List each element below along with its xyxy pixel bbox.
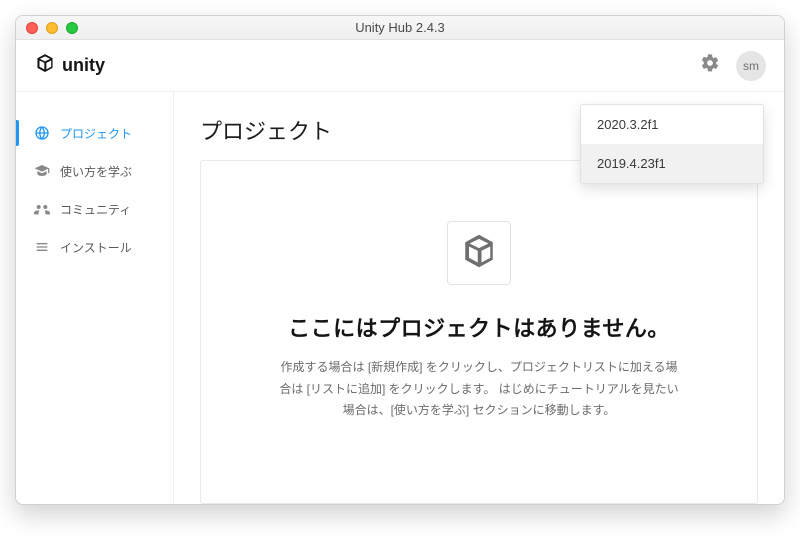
- empty-title: ここにはプロジェクトはありません。: [288, 311, 670, 343]
- sidebar-item-label: インストール: [60, 239, 132, 256]
- unity-logo: unity: [34, 52, 105, 79]
- list-icon: [34, 239, 50, 255]
- avatar-initials: sm: [743, 59, 759, 73]
- gear-icon: [700, 53, 720, 78]
- sidebar: プロジェクト 使い方を学ぶ コミュニティ インストール: [16, 92, 174, 504]
- empty-cube-tile: [447, 221, 511, 285]
- empty-projects-card: ここにはプロジェクトはありません。 作成する場合は [新規作成] をクリックし、…: [200, 160, 758, 504]
- cube-icon: [459, 231, 499, 276]
- graduation-cap-icon: [34, 163, 50, 179]
- minimize-window-button[interactable]: [46, 22, 58, 34]
- sidebar-item-label: コミュニティ: [60, 201, 131, 218]
- main-content: プロジェクト ここにはプロジェクトはありません。 作成する場合は [新規作成] …: [174, 92, 784, 504]
- app-window: Unity Hub 2.4.3 unity sm プロジェクト: [15, 15, 785, 505]
- window-title: Unity Hub 2.4.3: [16, 20, 784, 35]
- unity-brand-text: unity: [62, 55, 105, 76]
- globe-icon: [34, 125, 50, 141]
- sidebar-item-community[interactable]: コミュニティ: [16, 190, 173, 228]
- version-dropdown[interactable]: 2020.3.2f1 2019.4.23f1: [580, 104, 764, 184]
- sidebar-item-projects[interactable]: プロジェクト: [16, 114, 173, 152]
- settings-button[interactable]: [698, 54, 722, 78]
- sidebar-item-label: プロジェクト: [60, 125, 132, 142]
- sidebar-item-learn[interactable]: 使い方を学ぶ: [16, 152, 173, 190]
- empty-desc: 作成する場合は [新規作成] をクリックし、プロジェクトリストに加える場合は […: [279, 357, 679, 422]
- sidebar-item-installs[interactable]: インストール: [16, 228, 173, 266]
- sidebar-item-label: 使い方を学ぶ: [60, 163, 132, 180]
- maximize-window-button[interactable]: [66, 22, 78, 34]
- people-icon: [34, 201, 50, 217]
- version-option[interactable]: 2020.3.2f1: [581, 105, 763, 144]
- version-option[interactable]: 2019.4.23f1: [581, 144, 763, 183]
- unity-cube-icon: [34, 52, 56, 79]
- top-toolbar: unity sm: [16, 40, 784, 92]
- body: プロジェクト 使い方を学ぶ コミュニティ インストール: [16, 92, 784, 504]
- close-window-button[interactable]: [26, 22, 38, 34]
- traffic-lights: [26, 22, 78, 34]
- user-avatar[interactable]: sm: [736, 51, 766, 81]
- titlebar: Unity Hub 2.4.3: [16, 16, 784, 40]
